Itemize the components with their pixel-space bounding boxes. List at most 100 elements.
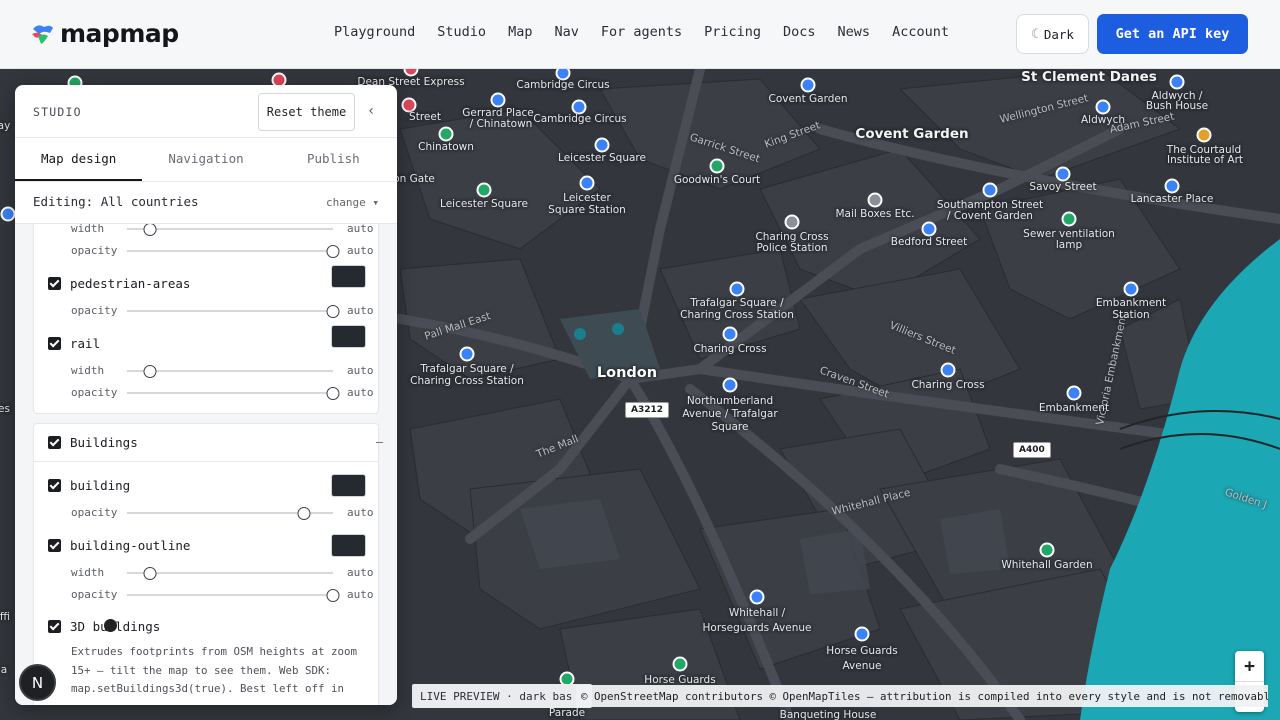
poi-tube-leicester-icon[interactable] (579, 175, 595, 191)
poi-bus-gerrard-icon[interactable] (490, 92, 506, 108)
theme-toggle-button[interactable]: ☾ Dark (1016, 14, 1089, 54)
poi-leicester-square-icon[interactable] (476, 182, 492, 198)
poi-bus-northumberland-icon[interactable] (722, 377, 738, 393)
poi-bus-savoy-icon[interactable] (1055, 166, 1071, 182)
chevron-left-icon[interactable]: ‹ (367, 103, 375, 119)
slider-auto: auto (347, 244, 374, 257)
poi-bus-covent-icon[interactable] (800, 77, 816, 93)
slider-knob[interactable] (326, 589, 340, 602)
slider-track[interactable] (127, 567, 333, 580)
poi-bus-lancaster-icon[interactable] (1164, 178, 1180, 194)
slider-track[interactable] (127, 305, 340, 318)
label-aldwych: Aldwych (1081, 114, 1125, 126)
nav-map[interactable]: Map (508, 24, 532, 40)
slider-knob[interactable] (143, 567, 157, 580)
slider-track[interactable] (127, 365, 333, 378)
poi-bus-bedford-icon[interactable] (921, 221, 937, 237)
slider-knob[interactable] (326, 245, 340, 258)
poi-bus-trafalgar-left-icon[interactable] (459, 346, 475, 362)
poi-bus-whitehall-icon[interactable] (749, 589, 765, 605)
slider-opacity[interactable]: opacity auto (71, 506, 374, 520)
poi-tube-charing-icon[interactable] (729, 281, 745, 297)
poi-bus-leicester-icon[interactable] (594, 137, 610, 153)
nav-nav[interactable]: Nav (554, 24, 578, 40)
slider-width[interactable]: width auto (71, 566, 374, 580)
nav-studio[interactable]: Studio (437, 24, 486, 40)
user-avatar[interactable]: N (19, 664, 56, 701)
tab-publish[interactable]: Publish (270, 138, 397, 181)
poi-bus-aldwych-bush-icon[interactable] (1169, 74, 1185, 90)
poi-bus-embankment-icon[interactable] (1066, 385, 1082, 401)
slider-track[interactable] (127, 224, 333, 236)
logo[interactable]: mapmap (30, 19, 179, 48)
color-swatch[interactable] (331, 325, 366, 348)
slider-label: opacity (71, 244, 118, 257)
layer-card-transport: width auto opacity auto pedestrian-areas… (33, 224, 379, 414)
checkbox[interactable] (48, 479, 61, 492)
nav-for-agents[interactable]: For agents (601, 24, 682, 40)
label-courtauld-2: Institute of Art (1166, 154, 1244, 166)
slider-opacity[interactable]: opacity auto (71, 244, 374, 258)
checkbox[interactable] (48, 539, 61, 552)
checkbox[interactable] (48, 277, 61, 290)
reset-theme-button[interactable]: Reset theme (258, 93, 355, 131)
poi-chinatown-icon[interactable] (438, 126, 454, 142)
zoom-in-button[interactable]: + (1235, 651, 1264, 681)
poi-goodwins-icon[interactable] (709, 158, 725, 174)
section-buildings[interactable]: Buildings (48, 435, 138, 450)
poi-bus-horse-guards-ave-icon[interactable] (854, 626, 870, 642)
color-swatch[interactable] (331, 474, 366, 497)
top-navigation-bar: mapmap Playground Studio Map Nav For age… (0, 0, 1280, 69)
color-swatch[interactable] (331, 534, 366, 557)
poi-bus-aldwych-icon[interactable] (1095, 99, 1111, 115)
nav-pricing[interactable]: Pricing (704, 24, 761, 40)
slider-track[interactable] (127, 507, 333, 520)
slider-opacity[interactable]: opacity auto (71, 386, 374, 400)
nav-account[interactable]: Account (892, 24, 949, 40)
poi-bus-charing-icon[interactable] (722, 326, 738, 342)
layer-pedestrian-areas[interactable]: pedestrian-areas (48, 276, 190, 291)
poi-police-icon[interactable] (784, 214, 800, 230)
slider-width[interactable]: width auto (71, 224, 374, 236)
label-cambridge-circus: Cambridge Circus (516, 79, 610, 91)
poi-bus-southampton-icon[interactable] (982, 182, 998, 198)
poi-whitehall-garden-icon[interactable] (1039, 542, 1055, 558)
layer-building[interactable]: building (48, 478, 130, 493)
nav-docs[interactable]: Docs (783, 24, 816, 40)
poi-mailboxes-icon[interactable] (867, 192, 883, 208)
layer-building-outline[interactable]: building-outline (48, 538, 190, 553)
slider-opacity[interactable]: opacity auto (71, 304, 374, 318)
slider-knob[interactable] (297, 507, 311, 520)
poi-horse-guards-icon[interactable] (672, 656, 688, 672)
collapse-section-icon[interactable]: – (376, 435, 383, 449)
poi-bus-edge-icon[interactable] (0, 206, 16, 222)
layer-rail[interactable]: rail (48, 336, 100, 351)
nav-news[interactable]: News (838, 24, 871, 40)
layer-list[interactable]: width auto opacity auto pedestrian-areas… (15, 224, 397, 705)
tab-map-design[interactable]: Map design (15, 138, 143, 181)
slider-knob[interactable] (326, 387, 340, 400)
slider-track[interactable] (127, 245, 340, 258)
get-api-key-button[interactable]: Get an API key (1097, 14, 1248, 54)
checkbox[interactable] (48, 620, 61, 633)
poi-bus-charing2-icon[interactable] (940, 362, 956, 378)
nav-playground[interactable]: Playground (334, 24, 415, 40)
checkbox[interactable] (48, 337, 61, 350)
label-sewer-2: lamp (1055, 239, 1083, 251)
slider-opacity[interactable]: opacity auto (71, 588, 374, 602)
poi-tube-embankment-icon[interactable] (1123, 281, 1139, 297)
slider-knob[interactable] (143, 365, 157, 378)
slider-track[interactable] (127, 387, 340, 400)
slider-width[interactable]: width auto (71, 364, 374, 378)
slider-knob[interactable] (326, 305, 340, 318)
slider-knob[interactable] (143, 224, 157, 236)
color-swatch[interactable] (331, 265, 366, 288)
checkbox[interactable] (48, 436, 61, 449)
poi-sewer-lamp-icon[interactable] (1061, 211, 1077, 227)
label-edge-ay: ay (0, 120, 11, 132)
layer-label: rail (70, 336, 101, 351)
change-scope-link[interactable]: change ▾ (326, 196, 379, 209)
slider-track[interactable] (127, 589, 340, 602)
poi-courtauld-icon[interactable] (1196, 127, 1212, 143)
tab-navigation[interactable]: Navigation (142, 138, 269, 181)
